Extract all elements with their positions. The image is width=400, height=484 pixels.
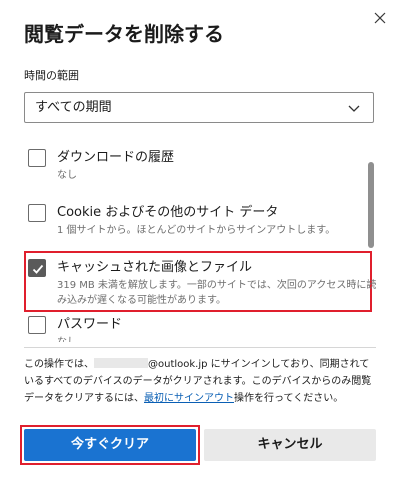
list-scrollbar[interactable]	[368, 162, 374, 248]
divider	[24, 347, 376, 348]
checkmark-icon	[32, 264, 44, 274]
notice-text: 操作を行ってください。	[234, 393, 344, 404]
option-label: キャッシュされた画像とファイル	[57, 260, 253, 275]
option-description: 1 個サイトから。ほとんどのサイトからサインアウトします。	[57, 225, 336, 236]
option-description: なし	[57, 170, 77, 181]
option-description: なし	[57, 335, 377, 342]
cookies-checkbox[interactable]	[28, 204, 46, 222]
close-icon	[374, 12, 386, 24]
time-range-label: 時間の範囲	[24, 69, 79, 82]
sign-out-link[interactable]: 最初にサインアウト	[144, 393, 234, 404]
option-description: 319 MB 未満を解放します。一部のサイトでは、次回のアクセス時に読み込みが遅…	[57, 280, 377, 306]
option-label: パスワード	[57, 317, 123, 332]
data-type-list: ダウンロードの履歴 なし Cookie およびその他のサイト データ 1 個サイ…	[0, 136, 400, 342]
redacted-email	[94, 358, 148, 368]
option-label: Cookie およびその他のサイト データ	[57, 205, 279, 220]
time-range-value: すべての期間	[35, 100, 112, 115]
option-label: ダウンロードの履歴	[57, 150, 175, 165]
download-history-checkbox[interactable]	[28, 149, 46, 167]
cached-files-checkbox[interactable]	[28, 259, 46, 277]
clear-browsing-data-dialog: 閲覧データを削除する 時間の範囲 すべての期間 ダウンロードの履歴 なし Coo…	[0, 0, 400, 484]
clear-now-button[interactable]: 今すぐクリア	[24, 429, 196, 461]
notice-text: この操作では、	[24, 359, 94, 370]
sync-notice: この操作では、 @outlook.jp にサインインしており、同期されているすべて…	[24, 356, 378, 407]
time-range-select[interactable]: すべての期間	[24, 92, 374, 123]
email-domain: @outlook.jp	[148, 359, 208, 370]
passwords-checkbox[interactable]	[28, 316, 46, 334]
close-button[interactable]	[370, 8, 390, 28]
dialog-title: 閲覧データを削除する	[24, 22, 224, 46]
cancel-button[interactable]: キャンセル	[204, 429, 376, 461]
chevron-down-icon	[348, 105, 360, 112]
